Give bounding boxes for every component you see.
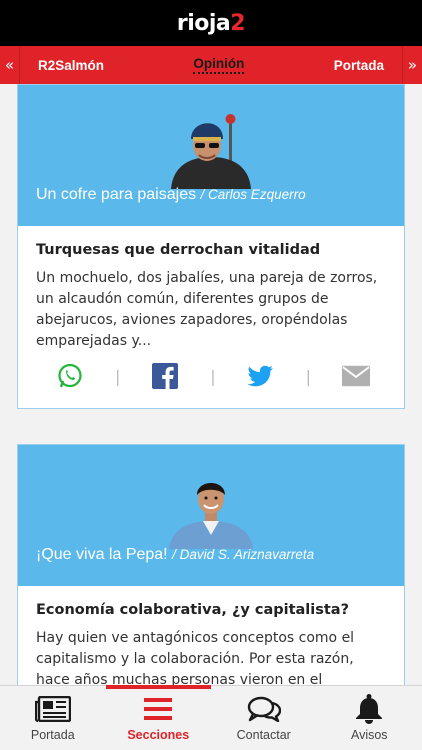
blog-author: / Carlos Ezquerro <box>200 187 306 202</box>
bottom-tab-bar: Portada Secciones Contactar Avisos <box>0 685 422 750</box>
card-header[interactable]: ¡Que viva la Pepa! / David S. Ariznavarr… <box>18 445 404 586</box>
app-logo[interactable]: rioja2 <box>176 10 246 36</box>
blog-title: Un cofre para paisajes <box>36 186 197 203</box>
tab-label: Secciones <box>127 728 190 742</box>
share-separator: | <box>210 366 216 386</box>
section-next[interactable]: Portada <box>334 58 384 73</box>
opinion-card[interactable]: ¡Que viva la Pepa! / David S. Ariznavarr… <box>17 444 405 685</box>
article-title[interactable]: Turquesas que derrochan vitalidad <box>36 242 386 258</box>
article-title[interactable]: Economía colaborativa, ¿y capitalista? <box>36 602 386 618</box>
prev-section-arrow-icon[interactable]: « <box>0 46 20 84</box>
facebook-icon[interactable] <box>151 362 179 390</box>
section-prev[interactable]: R2Salmón <box>38 58 104 73</box>
article-excerpt[interactable]: Un mochuelo, dos jabalíes, una pareja de… <box>36 268 386 352</box>
logo-accent: 2 <box>230 10 246 36</box>
chat-icon <box>247 696 281 722</box>
tab-secciones[interactable]: Secciones <box>105 685 212 750</box>
tab-portada[interactable]: Portada <box>0 686 106 750</box>
blog-name[interactable]: ¡Que viva la Pepa! / David S. Ariznavarr… <box>36 546 314 564</box>
tab-label: Contactar <box>236 728 291 742</box>
blog-name[interactable]: Un cofre para paisajes / Carlos Ezquerro <box>36 186 306 204</box>
blog-author: / David S. Ariznavarreta <box>172 547 315 562</box>
bell-icon <box>355 694 383 724</box>
app-header: rioja2 <box>0 0 422 46</box>
article-feed[interactable]: Un cofre para paisajes / Carlos Ezquerro… <box>0 84 422 685</box>
whatsapp-icon[interactable] <box>56 362 84 390</box>
menu-icon <box>144 696 173 722</box>
tab-label: Portada <box>30 728 75 742</box>
card-header[interactable]: Un cofre para paisajes / Carlos Ezquerro <box>18 85 404 226</box>
blog-title: ¡Que viva la Pepa! <box>36 546 168 563</box>
share-separator: | <box>114 366 121 386</box>
opinion-card[interactable]: Un cofre para paisajes / Carlos Ezquerro… <box>17 84 405 409</box>
tab-avisos[interactable]: Avisos <box>317 686 422 750</box>
logo-text: rioja <box>176 10 231 36</box>
author-photo <box>163 465 259 549</box>
email-icon[interactable] <box>341 362 370 390</box>
next-section-arrow-icon[interactable]: » <box>402 46 422 84</box>
twitter-icon[interactable] <box>247 362 275 390</box>
tab-contactar[interactable]: Contactar <box>211 686 317 750</box>
tab-label: Avisos <box>350 728 388 742</box>
section-switcher: « R2Salmón Opinión Portada » <box>0 46 422 84</box>
newspaper-icon <box>34 696 71 722</box>
share-bar: | | | <box>18 352 404 404</box>
author-photo <box>163 105 259 189</box>
section-current[interactable]: Opinión <box>193 56 245 74</box>
article-excerpt[interactable]: Hay quien ve antagónicos conceptos como … <box>36 628 386 685</box>
share-separator: | <box>305 366 312 386</box>
